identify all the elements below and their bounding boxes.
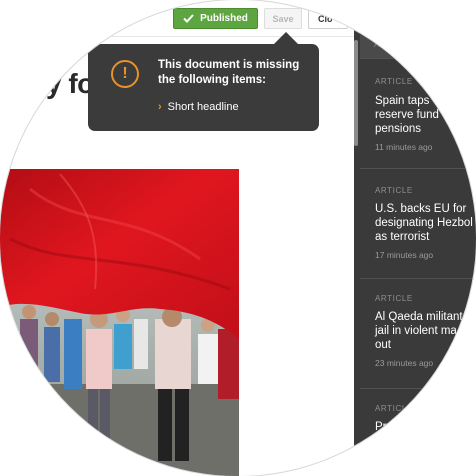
article-title-line: Pr: [375, 421, 387, 433]
toolbar-divider: [110, 36, 358, 37]
article-title-line: as terrorist: [375, 231, 430, 243]
sidebar-scrollbar[interactable]: [354, 40, 358, 146]
article-title-line: Spain taps: [375, 95, 430, 107]
article-title-line: designating Hezbol: [375, 217, 473, 229]
article-timestamp: 23 minutes ago: [375, 358, 434, 368]
article-kind-label: ARTICLE: [375, 77, 413, 86]
sidebar-header: A: [360, 0, 476, 58]
save-button[interactable]: Save: [264, 8, 302, 29]
sidebar-article-item[interactable]: ARTICLE Pr: [360, 388, 476, 476]
article-title-line: out: [375, 339, 391, 351]
article-title-line: jail in violent ma: [375, 325, 457, 337]
article-kind-label: ARTICLE: [375, 186, 413, 195]
missing-item-link[interactable]: › Short headline: [158, 101, 239, 113]
tooltip-arrow: [274, 32, 298, 44]
missing-item-label: Short headline: [167, 101, 239, 113]
tooltip-title: This document is missing the following i…: [158, 59, 300, 86]
article-kind-label: ARTICLE: [375, 294, 413, 303]
chevron-right-icon: ›: [158, 101, 162, 113]
close-label: Clo: [318, 13, 333, 24]
published-label: Published: [200, 13, 248, 24]
article-title-line: U.S. backs EU for: [375, 203, 467, 215]
article-kind-label: ARTICLE: [375, 404, 413, 413]
sidebar-article-item[interactable]: ARTICLE U.S. backs EU for designating He…: [360, 168, 476, 278]
close-button[interactable]: Clo: [308, 8, 348, 29]
document-headline[interactable]: y fo: [46, 68, 94, 100]
sidebar-header-label: A: [374, 40, 380, 49]
save-label: Save: [272, 13, 294, 24]
article-timestamp: 11 minutes ago: [375, 142, 433, 152]
article-title-line: pensions: [375, 123, 422, 135]
protest-photo-image: [0, 169, 239, 476]
article-title-line: reserve fund: [375, 109, 439, 121]
exclamation-circle-icon: !: [111, 60, 139, 88]
check-icon: [183, 14, 194, 23]
zoomed-view: Published Save Clo y fo A ARTICLE Spain …: [0, 0, 476, 476]
sidebar-article-item[interactable]: ARTICLE Spain taps reserve fund pensions…: [360, 58, 476, 168]
published-button[interactable]: Published: [173, 8, 258, 29]
hero-photo[interactable]: [0, 169, 239, 476]
article-timestamp: 17 minutes ago: [375, 250, 434, 260]
article-title-line: Al Qaeda militant: [375, 311, 463, 323]
sidebar-article-item[interactable]: ARTICLE Al Qaeda militant jail in violen…: [360, 278, 476, 388]
